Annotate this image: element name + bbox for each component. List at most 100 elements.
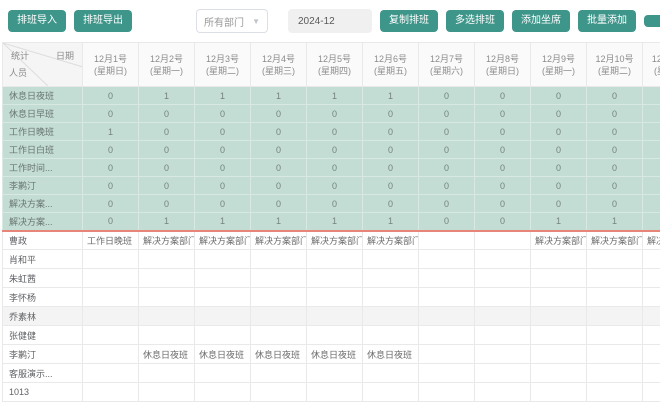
shift-cell[interactable] xyxy=(195,269,251,288)
shift-cell[interactable] xyxy=(83,269,139,288)
shift-cell[interactable] xyxy=(363,288,419,307)
shift-cell[interactable] xyxy=(139,364,195,383)
shift-cell[interactable] xyxy=(363,250,419,269)
shift-cell[interactable] xyxy=(587,326,643,345)
shift-cell[interactable] xyxy=(419,231,475,250)
shift-cell[interactable]: 休息日夜班 xyxy=(251,345,307,364)
shift-cell[interactable] xyxy=(419,288,475,307)
shift-cell[interactable]: 解决方案部门中 xyxy=(531,231,587,250)
shift-cell[interactable] xyxy=(139,307,195,326)
shift-cell[interactable] xyxy=(419,345,475,364)
batch-add-button[interactable]: 批量添加 xyxy=(578,10,636,32)
shift-cell[interactable] xyxy=(587,250,643,269)
shift-cell[interactable] xyxy=(587,307,643,326)
shift-cell[interactable] xyxy=(307,307,363,326)
shift-cell[interactable] xyxy=(531,269,587,288)
shift-cell[interactable] xyxy=(643,345,660,364)
shift-cell[interactable] xyxy=(475,364,531,383)
shift-cell[interactable] xyxy=(363,307,419,326)
shift-cell[interactable] xyxy=(531,250,587,269)
month-picker[interactable]: 2024-12 xyxy=(288,9,372,33)
shift-cell[interactable] xyxy=(475,307,531,326)
shift-cell[interactable] xyxy=(251,269,307,288)
copy-schedule-button[interactable]: 复制排班 xyxy=(380,10,438,32)
shift-cell[interactable] xyxy=(587,288,643,307)
shift-cell[interactable] xyxy=(83,345,139,364)
shift-cell[interactable] xyxy=(139,250,195,269)
shift-cell[interactable] xyxy=(139,383,195,402)
shift-cell[interactable] xyxy=(419,250,475,269)
shift-cell[interactable] xyxy=(139,269,195,288)
shift-cell[interactable]: 休息日夜班 xyxy=(307,345,363,364)
shift-cell[interactable] xyxy=(251,364,307,383)
shift-cell[interactable]: 解决方案部门中 xyxy=(587,231,643,250)
schedule-export-button[interactable]: 排班导出 xyxy=(74,10,132,32)
shift-cell[interactable] xyxy=(419,326,475,345)
shift-cell[interactable] xyxy=(419,364,475,383)
shift-cell[interactable]: 解决方案部门中 xyxy=(643,231,660,250)
shift-cell[interactable] xyxy=(643,364,660,383)
add-agent-button[interactable]: 添加坐席 xyxy=(512,10,570,32)
shift-cell[interactable] xyxy=(83,250,139,269)
shift-cell[interactable] xyxy=(139,288,195,307)
shift-cell[interactable]: 休息日夜班 xyxy=(195,345,251,364)
shift-cell[interactable] xyxy=(251,288,307,307)
shift-cell[interactable] xyxy=(587,364,643,383)
shift-cell[interactable] xyxy=(83,364,139,383)
shift-cell[interactable] xyxy=(643,383,660,402)
shift-cell[interactable] xyxy=(363,269,419,288)
shift-cell[interactable] xyxy=(587,269,643,288)
shift-cell[interactable] xyxy=(531,383,587,402)
shift-cell[interactable] xyxy=(83,307,139,326)
shift-cell[interactable] xyxy=(195,364,251,383)
shift-cell[interactable] xyxy=(307,288,363,307)
shift-cell[interactable] xyxy=(83,326,139,345)
shift-cell[interactable] xyxy=(643,269,660,288)
shift-cell[interactable] xyxy=(531,326,587,345)
shift-cell[interactable] xyxy=(195,250,251,269)
shift-cell[interactable] xyxy=(83,383,139,402)
shift-cell[interactable] xyxy=(475,288,531,307)
shift-cell[interactable] xyxy=(643,250,660,269)
shift-cell[interactable] xyxy=(475,231,531,250)
shift-cell[interactable] xyxy=(531,364,587,383)
shift-cell[interactable] xyxy=(419,269,475,288)
shift-cell[interactable] xyxy=(419,383,475,402)
shift-cell[interactable]: 解决方案部门中 xyxy=(195,231,251,250)
shift-cell[interactable]: 休息日夜班 xyxy=(139,345,195,364)
shift-cell[interactable] xyxy=(475,383,531,402)
shift-cell[interactable] xyxy=(643,307,660,326)
shift-cell[interactable] xyxy=(251,250,307,269)
shift-cell[interactable] xyxy=(363,326,419,345)
shift-cell[interactable] xyxy=(251,383,307,402)
shift-cell[interactable] xyxy=(475,326,531,345)
shift-cell[interactable] xyxy=(307,364,363,383)
shift-cell[interactable] xyxy=(307,269,363,288)
shift-cell[interactable] xyxy=(419,307,475,326)
shift-cell[interactable] xyxy=(195,326,251,345)
shift-cell[interactable] xyxy=(307,250,363,269)
shift-cell[interactable] xyxy=(587,345,643,364)
shift-cell[interactable] xyxy=(475,269,531,288)
shift-cell[interactable]: 解决方案部门中 xyxy=(363,231,419,250)
schedule-import-button[interactable]: 排班导入 xyxy=(8,10,66,32)
shift-cell[interactable] xyxy=(307,326,363,345)
shift-cell[interactable] xyxy=(643,288,660,307)
shift-cell[interactable] xyxy=(531,345,587,364)
shift-cell[interactable]: 工作日晚班 xyxy=(83,231,139,250)
shift-cell[interactable] xyxy=(475,345,531,364)
shift-cell[interactable] xyxy=(195,307,251,326)
shift-cell[interactable]: 解决方案部门中 xyxy=(251,231,307,250)
shift-cell[interactable] xyxy=(251,307,307,326)
shift-cell[interactable] xyxy=(363,364,419,383)
shift-cell[interactable] xyxy=(531,307,587,326)
department-select[interactable]: 所有部门 ▼ xyxy=(196,9,268,33)
shift-cell[interactable] xyxy=(195,383,251,402)
shift-cell[interactable] xyxy=(307,383,363,402)
shift-cell[interactable] xyxy=(363,383,419,402)
shift-cell[interactable]: 解决方案部门中 xyxy=(307,231,363,250)
clipped-button[interactable] xyxy=(644,15,660,27)
shift-cell[interactable] xyxy=(195,288,251,307)
multi-select-schedule-button[interactable]: 多选排班 xyxy=(446,10,504,32)
shift-cell[interactable] xyxy=(251,326,307,345)
